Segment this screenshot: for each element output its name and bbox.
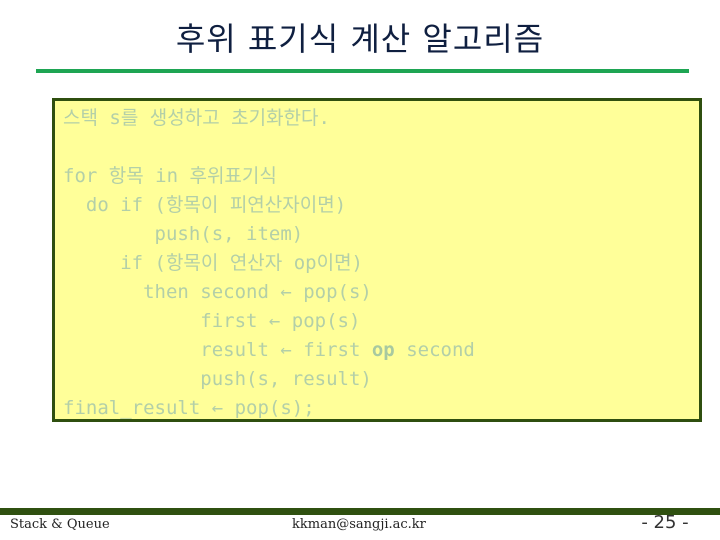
code-result-prefix: result ← first <box>63 339 372 361</box>
code-line-for: for 항목 in 후위표기식 <box>63 165 277 187</box>
footer-rule <box>0 508 720 515</box>
code-line-if-operand: do if (항목이 피연산자이면) <box>63 194 347 216</box>
code-result-suffix: second <box>394 339 475 361</box>
code-operator-op: op <box>371 339 395 361</box>
footer-course-topic: Stack & Queue <box>10 517 110 532</box>
code-line-push-item: push(s, item) <box>63 223 304 245</box>
code-line-init: 스택 s를 생성하고 초기화한다. <box>63 107 330 129</box>
pseudocode-box: 스택 s를 생성하고 초기화한다. for 항목 in 후위표기식 do if … <box>52 98 702 422</box>
code-line-if-operator: if (항목이 연산자 op이면) <box>63 252 363 274</box>
code-line-pop-second: then second ← pop(s) <box>63 281 372 303</box>
footer-page-number: - 25 - <box>641 512 689 533</box>
code-line-pop-first: first ← pop(s) <box>63 310 361 332</box>
title-underline <box>36 69 689 73</box>
code-line-result: result ← first op second <box>63 339 475 361</box>
code-line-push-result: push(s, result) <box>63 368 372 390</box>
code-line-final-result: final_result ← pop(s); <box>63 397 315 419</box>
footer-email: kkman@sangji.ac.kr <box>292 517 426 532</box>
slide-title: 후위 표기식 계산 알고리즘 <box>175 20 545 58</box>
